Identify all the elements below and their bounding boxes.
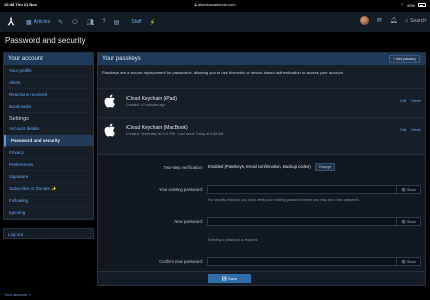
- sidebar-item-password-security[interactable]: Password and security: [4, 135, 93, 147]
- show-existing-password-button[interactable]: 👁︎ Show: [396, 186, 420, 194]
- save-icon: 💾︎: [221, 276, 227, 281]
- show-new-password-button[interactable]: 👁︎ Show: [396, 218, 420, 226]
- passkey-name: iCloud Keychain (MacBook): [126, 125, 188, 131]
- passkeys-description: Passkeys are a secure replacement for pa…: [102, 70, 344, 75]
- passkey-row: iCloud Keychain (iPad) Created: 15 minut…: [98, 88, 425, 114]
- eye-icon: 👁︎: [401, 188, 406, 192]
- new-password-input[interactable]: 👁︎ Show: [207, 217, 421, 226]
- nav-articles[interactable]: ▦ Articles: [26, 19, 50, 26]
- sidebar-item-alerts[interactable]: Alerts: [4, 77, 93, 89]
- book-icon[interactable]: ▤: [114, 19, 120, 26]
- page-title: Password and security: [5, 36, 86, 45]
- add-passkey-button[interactable]: + Add passkey: [389, 55, 420, 63]
- url-display[interactable]: 🔒︎ atomicacademia.com: [0, 2, 430, 7]
- sidebar-item-ignoring[interactable]: Ignoring: [4, 207, 93, 219]
- passkey-meta: Created: 15 minutes ago: [126, 103, 166, 107]
- edit-link[interactable]: Edit: [400, 128, 406, 132]
- people-icon[interactable]: 👥︎: [87, 19, 95, 26]
- sidebar-settings-heading: Settings: [9, 116, 29, 122]
- sidebar-item-preferences[interactable]: Preferences: [4, 159, 93, 171]
- passkey-row: iCloud Keychain (MacBook) Created: Yeste…: [98, 117, 425, 143]
- search-button[interactable]: ⌕ Search: [405, 18, 426, 24]
- existing-password-input[interactable]: 👁︎ Show: [207, 185, 421, 194]
- site-logo[interactable]: ⅄: [4, 17, 18, 28]
- passkey-actions: Edit Delete: [400, 128, 421, 132]
- sidebar-item-your-profile[interactable]: Your profile: [4, 65, 93, 77]
- new-password-hint: Entering a password is required.: [208, 238, 259, 242]
- lightning-icon[interactable]: ⚡︎: [150, 18, 156, 27]
- save-button[interactable]: 💾︎ Save: [208, 274, 251, 283]
- passkey-meta: Created: Yesterday at 3:31 PM · Last use…: [126, 132, 224, 136]
- pencil-icon[interactable]: ✎: [58, 19, 63, 26]
- eye-icon: 👁︎: [401, 260, 406, 264]
- status-indicators: ⌔ 42%: [400, 2, 426, 8]
- change-two-step-button[interactable]: Change: [314, 163, 336, 171]
- sidebar-item-reactions[interactable]: Reactions received: [4, 89, 93, 101]
- sidebar-item-bookmarks[interactable]: Bookmarks: [4, 101, 93, 113]
- show-confirm-password-button[interactable]: 👁︎ Show: [396, 258, 420, 266]
- lock-icon: 🔒︎: [194, 2, 197, 7]
- sidebar-item-account-details[interactable]: Account details: [4, 123, 93, 135]
- passkey-name: iCloud Keychain (iPad): [126, 96, 177, 102]
- delete-link[interactable]: Delete: [411, 128, 421, 132]
- existing-password-hint: For security reasons, you must verify yo…: [208, 198, 360, 202]
- two-step-label: Two-step verification:: [163, 165, 203, 170]
- confirm-password-label: Confirm new password:: [159, 259, 203, 264]
- sidebar-item-signature[interactable]: Signature: [4, 171, 93, 183]
- sidebar-header: Your account: [4, 53, 93, 65]
- nav-right-group: ✉ 🔔︎ ⌕ Search: [359, 16, 426, 25]
- search-icon: ⌕: [405, 17, 409, 24]
- sidebar-item-subscribe[interactable]: Subscribe or Donate ✨: [4, 183, 93, 195]
- sidebar-item-following[interactable]: Following: [4, 195, 93, 207]
- sidebar-item-privacy[interactable]: Privacy: [4, 147, 93, 159]
- passkeys-title: Your passkeys: [102, 56, 141, 62]
- delete-link[interactable]: Delete: [411, 99, 421, 103]
- passkeys-header: Your passkeys + Add passkey: [98, 53, 425, 65]
- password-form: Two-step verification: Enabled (Passkeys…: [98, 154, 425, 273]
- avatar[interactable]: [359, 16, 369, 25]
- help-icon[interactable]: ?: [102, 19, 105, 25]
- account-sidebar: Your account Your profile Alerts Reactio…: [3, 52, 94, 220]
- edit-link[interactable]: Edit: [400, 99, 406, 103]
- new-password-label: New password:: [174, 219, 203, 224]
- passkeys-panel: Your passkeys + Add passkey Passkeys are…: [97, 52, 426, 286]
- top-navbar: ⅄ ▦ Articles ✎ 💬︎ 👥︎ ? ▤ Staff ⚡︎ ✉ 🔔︎ ⌕…: [0, 12, 430, 32]
- battery-percent: 42%: [406, 2, 415, 8]
- mail-icon[interactable]: ✉: [377, 17, 382, 24]
- chat-icon[interactable]: 💬︎: [71, 19, 79, 26]
- grid-icon: ▦: [26, 19, 32, 26]
- form-footer: 💾︎ Save: [98, 271, 425, 285]
- passkey-actions: Edit Delete: [400, 99, 421, 103]
- wifi-icon: ⌔: [400, 2, 404, 7]
- nav-staff[interactable]: Staff: [131, 19, 141, 25]
- logout-link[interactable]: Log out: [3, 228, 94, 239]
- apple-icon: [104, 94, 115, 108]
- existing-password-label: Your existing password:: [158, 187, 203, 192]
- eye-icon: 👁︎: [401, 220, 406, 224]
- two-step-value: Enabled (Passkeys, Email confirmation, B…: [208, 163, 336, 171]
- bell-icon[interactable]: 🔔︎: [390, 17, 398, 24]
- apple-icon: [104, 123, 115, 137]
- battery-icon: [418, 3, 426, 7]
- status-bar: 10:48 Thu 21 Nov 🔒︎ atomicacademia.com ⌔…: [0, 0, 430, 10]
- footer-account-link[interactable]: Your account ˅: [4, 292, 31, 297]
- confirm-password-input[interactable]: 👁︎ Show: [207, 257, 421, 266]
